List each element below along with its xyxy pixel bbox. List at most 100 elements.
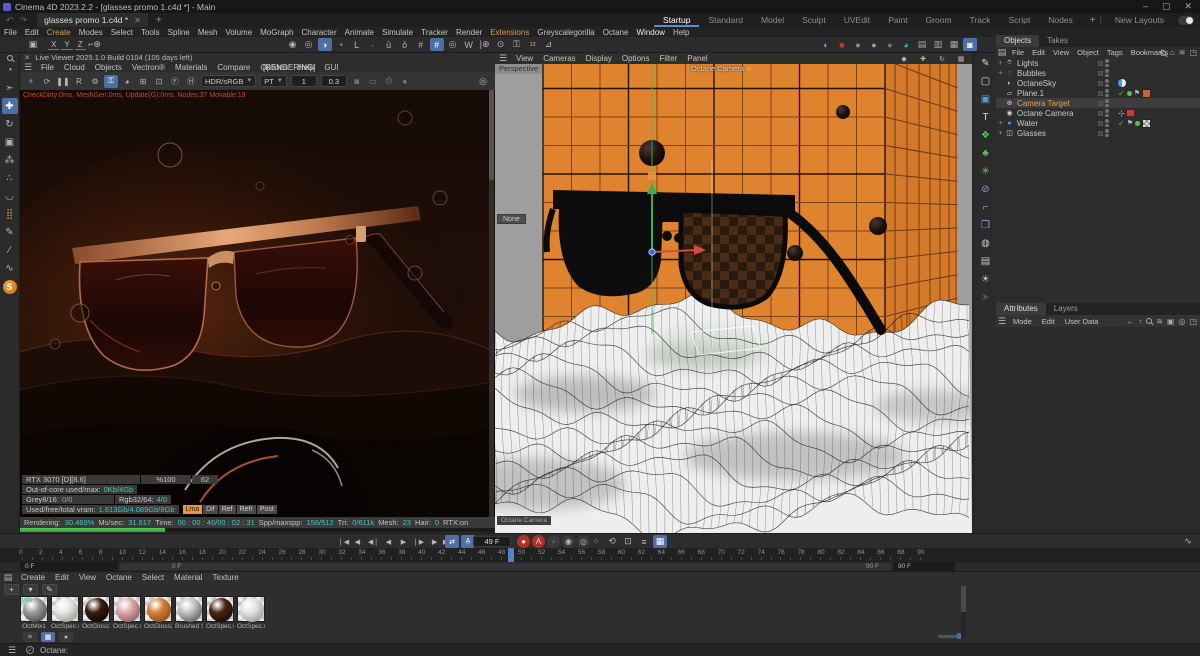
enable-toggle[interactable] (1098, 110, 1103, 116)
layout-tab-uvedit[interactable]: UVEdit (835, 13, 879, 27)
menu-options[interactable]: Options (617, 54, 655, 63)
add-material-button[interactable]: + (4, 583, 19, 595)
expand-icon[interactable]: + (996, 70, 1005, 77)
spline-wrap-icon[interactable]: ⌐ (977, 199, 994, 215)
mat-list-view-icon[interactable]: ≡ (23, 632, 37, 642)
region-field[interactable]: 0.3 (320, 75, 347, 87)
visibility-dots[interactable] (1105, 59, 1109, 67)
spline-smooth-icon[interactable]: ∿ (2, 260, 18, 276)
viewport-config-icon[interactable]: ▣ (26, 38, 40, 51)
up-icon[interactable]: ↑ (1138, 317, 1142, 326)
layout-tab-nodes[interactable]: Nodes (1039, 13, 1082, 27)
tab-takes[interactable]: Takes (1039, 35, 1076, 47)
menu-view[interactable]: View (511, 54, 538, 63)
menu-panel[interactable]: Panel (682, 54, 712, 63)
loop-toggle[interactable]: ⇄ (445, 535, 459, 548)
lv-render-image[interactable]: CheckDirty:0ms, MeshGen:0ms, Update(G):0… (20, 90, 495, 517)
material-item-5[interactable]: Brushed Ste (175, 596, 203, 630)
menu-cameras[interactable]: Cameras (538, 54, 580, 63)
prev-key-button[interactable]: ◀· (352, 535, 365, 548)
snap-points-icon[interactable]: ∴ (2, 170, 18, 186)
add-layout-button[interactable]: + (1090, 15, 1096, 26)
rectangle-selection-icon[interactable]: ◎ (302, 38, 316, 51)
visibility-dots[interactable] (1105, 69, 1109, 77)
flag-tag-icon[interactable]: ⚑ (1127, 119, 1133, 127)
render-settings-icon[interactable]: ▤ (915, 38, 929, 51)
menu-edit[interactable]: Edit (1028, 48, 1049, 57)
layout-tab-startup[interactable]: Startup (654, 13, 700, 27)
tab-attributes[interactable]: Attributes (996, 303, 1046, 315)
next-frame-button[interactable]: ❘▶ (412, 535, 425, 548)
frame-12-icon[interactable]: ¹² (526, 38, 540, 51)
lock-icon[interactable]: ⚿ (510, 38, 524, 51)
menu-view[interactable]: View (1049, 48, 1073, 57)
preview-range-track[interactable] (120, 563, 890, 570)
layout-tab-paint[interactable]: Paint (879, 13, 916, 27)
mat-grid-view-icon[interactable]: ▦ (41, 632, 55, 642)
view-label[interactable]: Perspective (495, 64, 543, 74)
visibility-dots[interactable] (1105, 79, 1109, 87)
enable-toggle[interactable] (1098, 80, 1103, 86)
tab-close-icon[interactable]: ✕ (134, 16, 141, 25)
snap-enable-icon[interactable]: ▦ (653, 535, 667, 548)
hamburger-icon[interactable]: ☰ (5, 644, 19, 656)
rotate-snap-icon[interactable]: ⟲ (605, 535, 619, 548)
tree-row-lights[interactable]: + ⌾ Lights (996, 58, 1200, 68)
region-clear-icon[interactable]: ⊡ (152, 75, 166, 88)
symmetry-icon[interactable]: ♣ (977, 145, 994, 161)
visibility-dots[interactable] (1105, 89, 1109, 97)
menu-octane[interactable]: Octane (101, 573, 137, 582)
lv-scrollbar[interactable] (489, 90, 494, 517)
material-picker-button[interactable]: ✎ (42, 583, 57, 595)
play-reverse-button[interactable]: ◀ (382, 535, 395, 548)
menu-cloud[interactable]: Cloud (59, 63, 90, 72)
tree-row-octane-camera[interactable]: ◉ Octane Camera ⊹ (996, 108, 1200, 118)
viewport-3d-scene[interactable]: Perspective Octane Camera None Octane Ca… (495, 64, 972, 533)
menu-create[interactable]: Create (16, 573, 50, 582)
menu-extensions[interactable]: Extensions (486, 28, 533, 37)
texture-tag-icon[interactable] (1141, 88, 1151, 98)
fcurve-icon[interactable]: ∿ (1181, 535, 1195, 548)
target-tag-icon[interactable]: ⊹ (1118, 109, 1125, 118)
scale-tool-icon[interactable]: ▣ (2, 134, 18, 150)
menu-octane[interactable]: Octane (599, 28, 633, 37)
record-position-button[interactable]: ◉ (562, 535, 575, 548)
menu-edit[interactable]: Edit (21, 28, 43, 37)
menu-material[interactable]: Material (169, 573, 207, 582)
layout-tab-groom[interactable]: Groom (917, 13, 961, 27)
snap-off-icon[interactable]: # (414, 38, 428, 51)
popout-icon[interactable]: ◳ (1189, 48, 1197, 57)
restart-render-icon[interactable]: ⚡ (24, 75, 38, 88)
menu-create[interactable]: Create (43, 28, 75, 37)
timeline-playhead[interactable] (508, 548, 515, 562)
minimize-button[interactable]: – (1143, 1, 1148, 12)
menu-window[interactable]: Window (632, 28, 668, 37)
zoom-tool-icon[interactable] (6, 55, 15, 63)
anchor-icon[interactable]: ⊙ (494, 38, 508, 51)
octane-live-icon[interactable]: ◙ (963, 38, 977, 51)
clay-mode-icon[interactable]: ◕ (120, 75, 134, 88)
material-item-3[interactable]: OctSpec.ws (113, 596, 141, 630)
search-icon[interactable] (1146, 318, 1154, 326)
timeline-ruler[interactable]: 0 2 4 6 8 10 12 14 16 18 20 22 24 26 28 30 32 34 36 38 40 42 4… (0, 548, 1200, 562)
autokey-button[interactable]: A (532, 535, 545, 548)
menu-filter[interactable]: Filter (654, 54, 682, 63)
material-item-1[interactable]: OctSpec.ws (51, 596, 79, 630)
film-icon[interactable]: ▭ (366, 75, 380, 88)
menu-user-data[interactable]: User Data (1060, 317, 1104, 326)
text-tool-icon[interactable]: T (977, 109, 994, 125)
enable-toggle[interactable] (1098, 70, 1103, 76)
magnet-icon[interactable]: ⁘ (589, 535, 603, 548)
menu-mode[interactable]: Mode (1008, 317, 1037, 326)
axis-lock-x[interactable]: X (48, 40, 60, 50)
pass-button-ref[interactable]: Ref (218, 505, 236, 514)
home-icon[interactable]: ⌂ (1170, 48, 1175, 57)
close-button[interactable]: ✕ (1184, 1, 1192, 12)
material-item-6[interactable]: OctSpec.ws (206, 596, 234, 630)
settings-gear-icon[interactable]: ⚙ (88, 75, 102, 88)
render-monitor-icon[interactable]: ▦ (947, 38, 961, 51)
new-layouts-button[interactable]: New Layouts (1106, 13, 1173, 27)
cloner-icon[interactable]: ❖ (977, 127, 994, 143)
layer-icon[interactable]: ≡ (637, 535, 651, 548)
arc-tool-icon[interactable]: ◡ (2, 188, 18, 204)
